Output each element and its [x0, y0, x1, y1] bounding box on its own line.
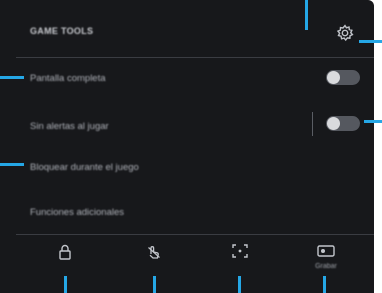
screenshot-icon	[232, 244, 248, 258]
touch-lock-icon	[148, 246, 160, 259]
lock-icon	[59, 244, 71, 260]
callout-bottom-4	[323, 276, 326, 293]
callout-gear	[359, 40, 382, 43]
record-icon	[317, 245, 335, 257]
callout-left-lower	[0, 163, 24, 166]
title-divider	[16, 57, 374, 58]
game-tools-panel: GAME TOOLS Pantalla completa Sin alertas…	[0, 0, 374, 293]
callout-top	[305, 0, 308, 30]
gear-icon[interactable]	[336, 24, 354, 42]
callout-bottom-3	[238, 276, 241, 293]
setting-label-fullscreen[interactable]: Pantalla completa	[30, 73, 106, 84]
toggle-knob	[327, 117, 340, 130]
toggle-knob	[327, 71, 340, 84]
setting-label-additional-features[interactable]: Funciones adicionales	[30, 207, 124, 218]
tools-divider	[16, 234, 374, 235]
callout-bottom-2	[153, 276, 156, 293]
no-alerts-toggle[interactable]	[326, 116, 360, 131]
panel-title: GAME TOOLS	[30, 26, 94, 36]
callout-left-upper	[0, 76, 24, 79]
tool-record[interactable]: Grabar	[286, 244, 366, 284]
setting-label-no-alerts[interactable]: Sin alertas al jugar	[30, 121, 109, 132]
tool-label: Grabar	[315, 263, 337, 270]
toggle-separator	[312, 112, 313, 136]
setting-label-lock-during-game[interactable]: Bloquear durante el juego	[30, 162, 139, 173]
fullscreen-toggle[interactable]	[326, 70, 360, 85]
callout-toggle	[364, 120, 382, 123]
callout-bottom-1	[64, 276, 67, 293]
